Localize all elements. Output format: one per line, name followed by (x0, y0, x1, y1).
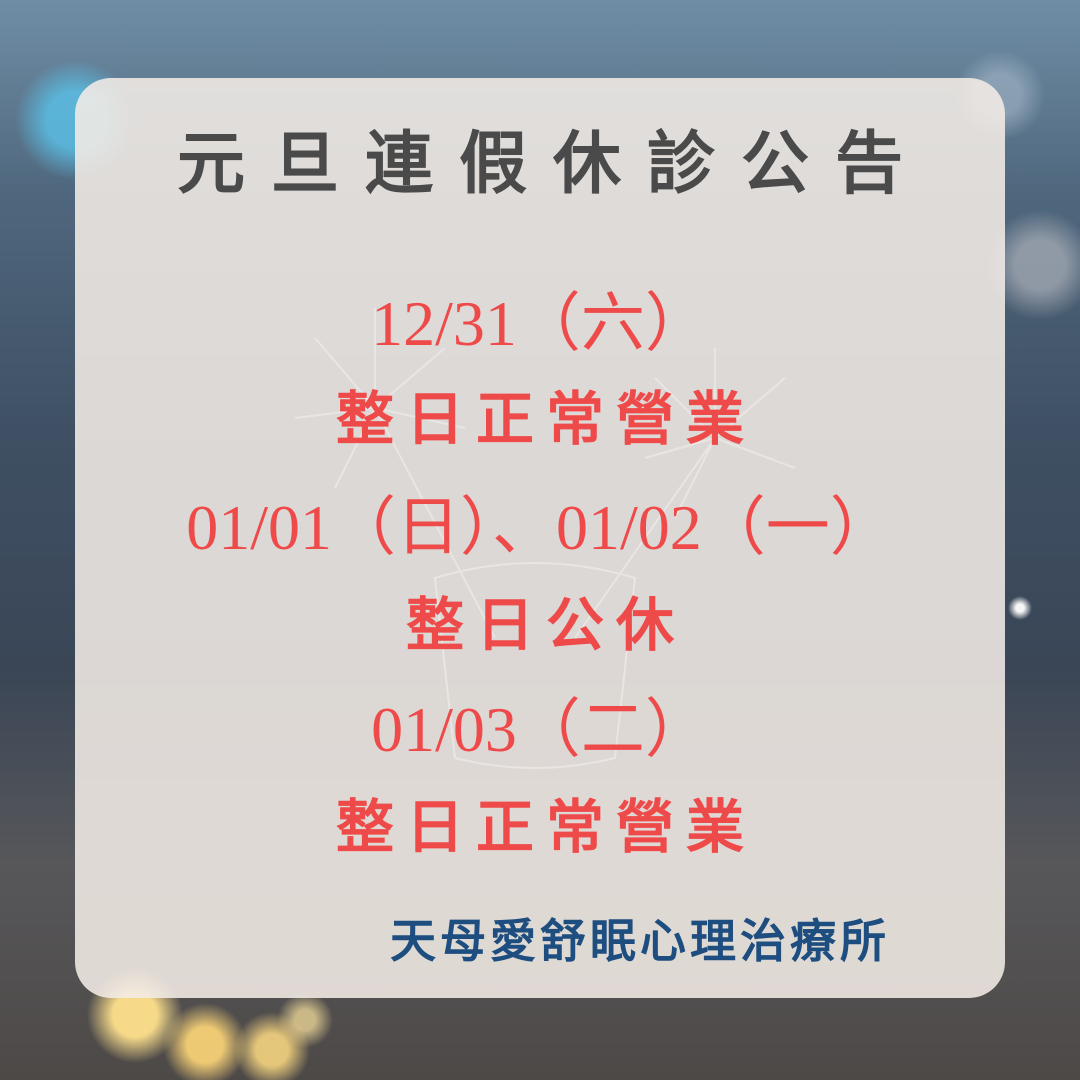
status-open-dec-31: 整日正常營業 (335, 385, 756, 453)
date-jan-01-02: 01/01（日）、01/02（一） (186, 492, 894, 563)
notice-title: 元旦連假休診公告 (176, 125, 929, 204)
status-open-jan-03: 整日正常營業 (335, 793, 756, 861)
status-closed-jan-01-02: 整日公休 (405, 591, 686, 659)
clinic-name: 天母愛舒眠心理治療所 (390, 914, 890, 968)
date-jan-03: 01/03（二） (371, 694, 709, 765)
date-dec-31: 12/31（六） (371, 288, 709, 359)
